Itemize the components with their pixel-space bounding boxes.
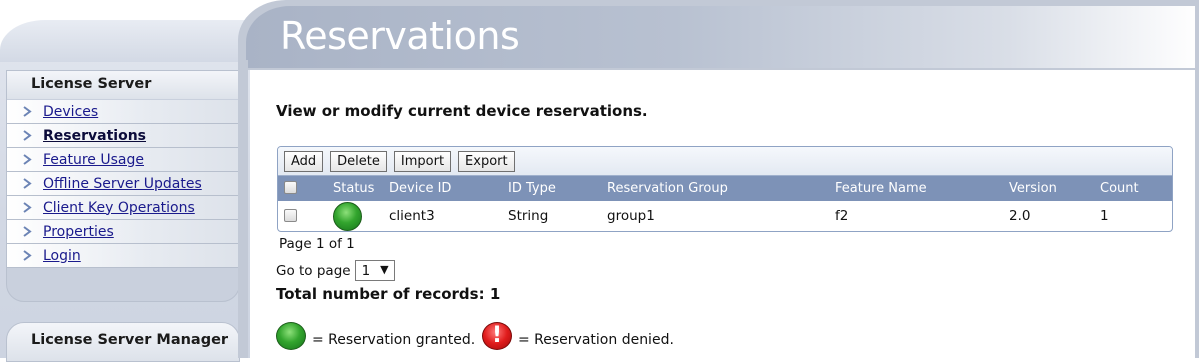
column-header-feature-name[interactable]: Feature Name	[835, 181, 927, 196]
column-header-device-id[interactable]: Device ID	[389, 181, 451, 196]
reservations-table: Add Delete Import Export Status Device I…	[277, 146, 1173, 232]
sidebar-title: License Server	[7, 71, 239, 99]
caret-down-icon: ▼	[380, 263, 389, 276]
column-header-status[interactable]: Status	[333, 181, 374, 196]
goto-page-label: Go to page	[276, 262, 351, 279]
sidebar-item-properties[interactable]: Properties	[7, 220, 239, 244]
sidebar-item-feature-usage[interactable]: Feature Usage	[7, 148, 239, 172]
cell-version: 2.0	[1009, 208, 1031, 224]
cell-reservation-group: group1	[607, 208, 655, 224]
legend-granted-text: = Reservation granted.	[312, 332, 476, 348]
goto-page: Go to page 1 ▼	[276, 260, 395, 281]
sidebar-item-label[interactable]: Properties	[43, 224, 114, 240]
content-frame-right	[1195, 6, 1199, 358]
sidebar-item-label[interactable]: Feature Usage	[43, 152, 144, 168]
column-header-version[interactable]: Version	[1009, 181, 1057, 196]
chevron-right-icon	[23, 250, 32, 261]
add-button[interactable]: Add	[284, 150, 324, 172]
left-panel-top	[0, 0, 250, 62]
chevron-right-icon	[23, 130, 32, 141]
total-records: Total number of records: 1	[276, 285, 501, 303]
sidebar-item-offline-server-updates[interactable]: Offline Server Updates	[7, 172, 239, 196]
license-server-manager-panel: License Server Manager	[6, 322, 240, 362]
cell-id-type: String	[508, 208, 549, 224]
sidebar-item-label[interactable]: Devices	[43, 104, 98, 120]
delete-button[interactable]: Delete	[330, 150, 387, 172]
granted-icon	[276, 322, 306, 350]
import-button[interactable]: Import	[393, 150, 452, 172]
table-row[interactable]: client3 String group1 f2 2.0 1	[278, 201, 1172, 231]
legend-denied-text: = Reservation denied.	[518, 332, 674, 348]
cell-feature-name: f2	[835, 208, 849, 224]
sidebar-item-label[interactable]: Reservations	[43, 128, 146, 144]
sidebar-item-label[interactable]: Client Key Operations	[43, 200, 195, 216]
select-all-checkbox[interactable]	[284, 181, 297, 194]
page-indicator: Page 1 of 1	[279, 236, 355, 252]
table-toolbar: Add Delete Import Export	[278, 147, 1172, 176]
chevron-right-icon	[23, 226, 32, 237]
row-checkbox[interactable]	[284, 209, 297, 222]
sidebar-nav: License Server Devices Reservations Feat…	[6, 70, 240, 302]
sidebar-item-client-key-operations[interactable]: Client Key Operations	[7, 196, 239, 220]
chevron-right-icon	[23, 106, 32, 117]
denied-icon: !	[482, 322, 512, 350]
goto-page-select[interactable]: 1 ▼	[354, 260, 395, 281]
column-header-id-type[interactable]: ID Type	[508, 181, 556, 196]
column-header-reservation-group[interactable]: Reservation Group	[607, 181, 728, 196]
sidebar-item-devices[interactable]: Devices	[7, 100, 239, 124]
page-title: Reservations	[280, 14, 520, 58]
sidebar-item-label[interactable]: Login	[43, 248, 81, 264]
column-header-count[interactable]: Count	[1100, 181, 1139, 196]
sidebar-item-login[interactable]: Login	[7, 244, 239, 268]
sidebar-item-label[interactable]: Offline Server Updates	[43, 176, 202, 192]
table-header: Status Device ID ID Type Reservation Gro…	[278, 176, 1172, 201]
cell-count: 1	[1100, 208, 1109, 224]
goto-page-value: 1	[361, 262, 371, 279]
cell-device-id: client3	[389, 208, 435, 224]
intro-text: View or modify current device reservatio…	[276, 102, 648, 120]
content-frame-left	[238, 60, 248, 358]
sidebar-item-reservations[interactable]: Reservations	[7, 124, 239, 148]
sidebar-list: Devices Reservations Feature Usage Offli…	[7, 100, 239, 268]
export-button[interactable]: Export	[458, 150, 515, 172]
chevron-right-icon	[23, 202, 32, 213]
chevron-right-icon	[23, 154, 32, 165]
status-granted-icon	[333, 202, 362, 231]
chevron-right-icon	[23, 178, 32, 189]
